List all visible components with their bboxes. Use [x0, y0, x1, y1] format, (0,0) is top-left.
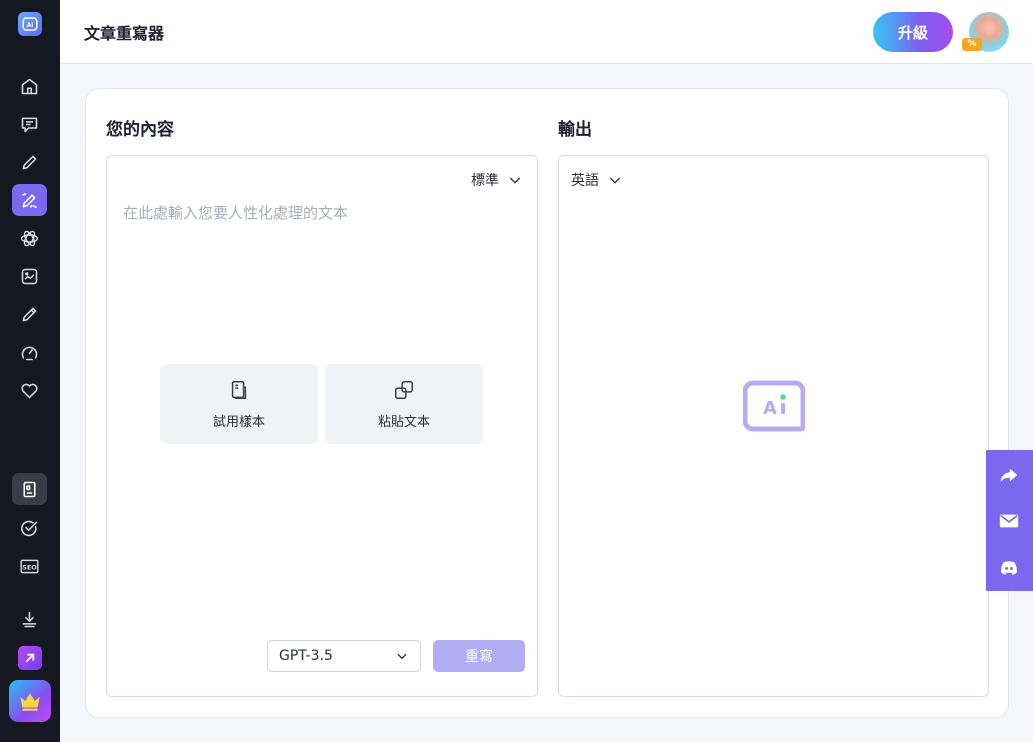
sidebar-item-seo[interactable]: SEO — [12, 550, 47, 582]
sidebar-item-image[interactable] — [12, 260, 47, 292]
language-dropdown-label: 英語 — [571, 173, 599, 189]
paste-text-button[interactable]: 粘貼文本 — [325, 364, 483, 444]
chevron-down-icon — [609, 177, 621, 184]
rewrite-button[interactable]: 重寫 — [433, 640, 525, 672]
floating-action-bar — [986, 450, 1033, 591]
share-icon — [1000, 468, 1018, 483]
sidebar-item-favorites[interactable] — [12, 374, 47, 406]
sample-document-icon — [231, 380, 247, 399]
copy-icon — [395, 380, 413, 399]
sidebar-item-rewriter[interactable] — [12, 184, 47, 216]
sidebar-item-premium[interactable] — [9, 680, 51, 722]
sidebar-item-download[interactable] — [12, 603, 47, 635]
atom-icon — [20, 230, 39, 246]
output-panel: 英語 A — [558, 155, 989, 697]
sidebar-item-atom[interactable] — [12, 222, 47, 254]
share-button[interactable] — [997, 463, 1021, 487]
input-section-title: 您的內容 — [106, 120, 174, 140]
chat-icon — [21, 117, 38, 132]
sidebar-item-external[interactable] — [18, 646, 42, 670]
rewrite-icon — [22, 192, 37, 208]
seo-icon: SEO — [20, 559, 39, 573]
heart-icon — [21, 383, 38, 398]
top-header: 文章重寫器 升級 % — [60, 0, 1033, 64]
model-select[interactable]: GPT-3.5 — [267, 640, 421, 672]
chevron-down-icon — [509, 177, 521, 184]
language-dropdown[interactable]: 英語 — [571, 170, 623, 190]
svg-text:A: A — [763, 398, 777, 419]
mail-icon — [999, 514, 1019, 528]
svg-text:Ai: Ai — [27, 22, 34, 29]
mode-dropdown-label: 標準 — [471, 173, 499, 189]
mail-button[interactable] — [997, 509, 1021, 533]
home-icon — [21, 78, 38, 94]
discord-button[interactable] — [997, 556, 1021, 580]
download-icon — [22, 611, 37, 627]
try-sample-label: 試用樣本 — [212, 414, 265, 430]
speed-icon — [21, 346, 38, 360]
discount-badge: % — [962, 38, 982, 51]
sidebar-item-speed[interactable] — [12, 336, 47, 368]
sidebar-item-write[interactable] — [12, 146, 47, 178]
sidebar-item-chat[interactable] — [12, 108, 47, 140]
sidebar-item-checker[interactable] — [12, 512, 47, 544]
sidebar-item-documents[interactable] — [12, 473, 47, 505]
image-icon — [21, 268, 38, 284]
edit-icon — [22, 307, 37, 321]
discord-icon — [1001, 561, 1017, 575]
ai-logo-icon: A — [743, 380, 805, 432]
content-input[interactable]: 在此處輸入您要人性化處理的文本 — [123, 202, 348, 223]
chevron-down-icon — [397, 653, 407, 660]
document-icon — [23, 481, 36, 497]
try-sample-button[interactable]: 試用樣本 — [160, 364, 318, 444]
paste-text-label: 粘貼文本 — [377, 414, 430, 430]
sidebar-item-home[interactable] — [12, 70, 47, 102]
input-panel: 標準 在此處輸入您要人性化處理的文本 試用樣本 粘貼文本 GPT-3.5 重寫 — [106, 155, 538, 697]
sidebar-item-edit[interactable] — [12, 298, 47, 330]
mode-dropdown[interactable]: 標準 — [471, 170, 523, 190]
model-select-value: GPT-3.5 — [279, 648, 333, 664]
page-title: 文章重寫器 — [84, 24, 165, 43]
sidebar: Ai SEO — [0, 0, 60, 742]
output-section-title: 輸出 — [558, 120, 592, 140]
app-logo-icon[interactable]: Ai — [18, 12, 42, 36]
arrow-up-right-icon — [25, 653, 35, 663]
svg-text:SEO: SEO — [22, 563, 37, 571]
pencil-icon — [22, 155, 37, 169]
check-icon — [21, 520, 38, 536]
rewriter-card: 您的內容 輸出 標準 在此處輸入您要人性化處理的文本 試用樣本 粘貼文本 GPT… — [85, 88, 1009, 718]
upgrade-button[interactable]: 升級 — [873, 12, 953, 52]
crown-icon — [20, 693, 40, 711]
